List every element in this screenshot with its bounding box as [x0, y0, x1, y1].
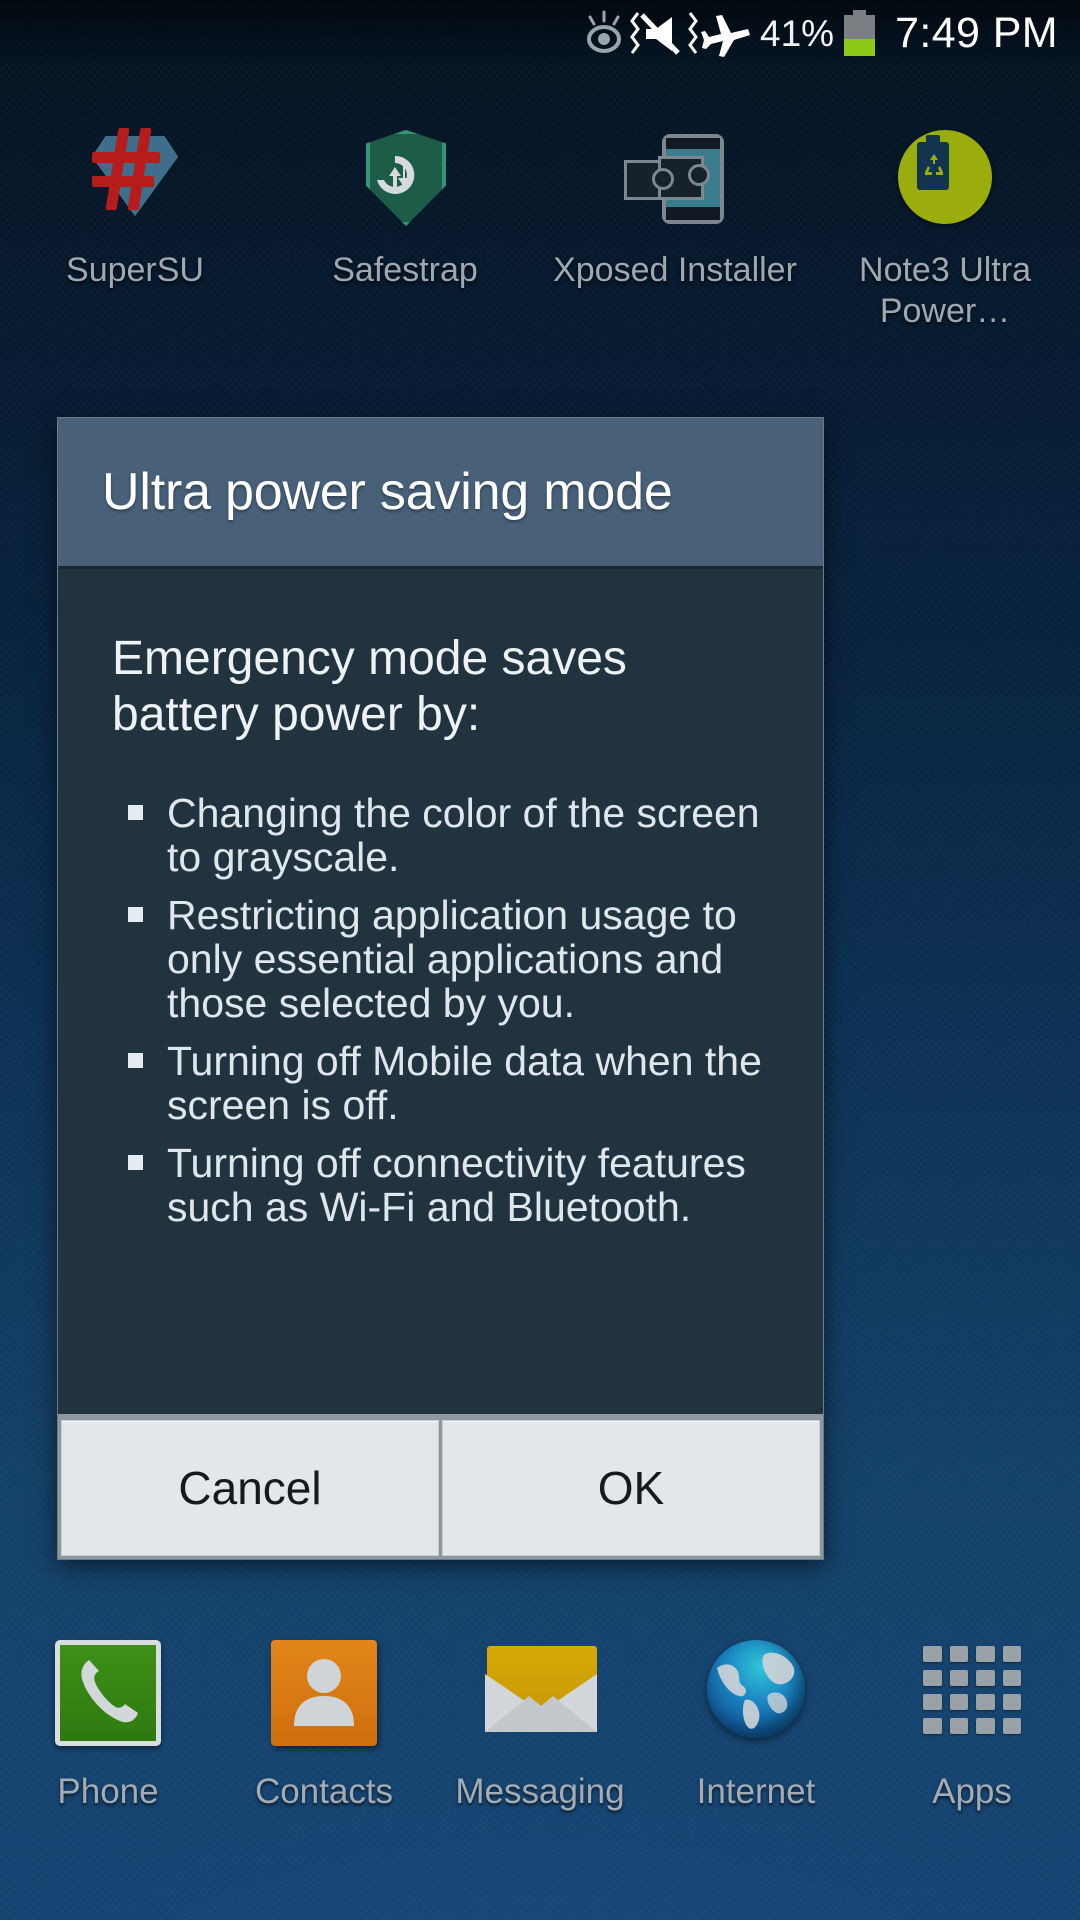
battery-percent-label: 41%: [760, 12, 835, 54]
dialog-title: Ultra power saving mode: [102, 463, 673, 521]
dock-item-contacts[interactable]: Contacts: [216, 1634, 432, 1812]
dock-label: Phone: [57, 1772, 159, 1811]
list-item: Changing the color of the screen to gray…: [112, 791, 779, 879]
app-label: SuperSU: [66, 251, 204, 289]
dock-label: Apps: [932, 1772, 1012, 1811]
supersu-icon: [76, 118, 194, 236]
app-shortcut-xposed-installer[interactable]: Xposed Installer: [540, 118, 810, 338]
internet-globe-icon: [697, 1634, 815, 1752]
dialog-bullet-list: Changing the color of the screen to gray…: [112, 791, 779, 1229]
apps-grid-icon: [913, 1634, 1031, 1752]
contacts-icon: [265, 1634, 383, 1752]
dock-item-internet[interactable]: Internet: [648, 1634, 864, 1812]
list-item: Turning off connectivity features such a…: [112, 1141, 779, 1229]
airplane-mode-icon: [700, 8, 752, 58]
xposed-installer-icon: [616, 118, 734, 236]
app-label: Safestrap: [332, 251, 478, 289]
dock-label: Internet: [696, 1772, 816, 1811]
dock-label: Contacts: [254, 1772, 394, 1811]
app-shortcut-note3-ultra-power[interactable]: Note3 Ultra Power…: [810, 118, 1080, 338]
app-shortcut-safestrap[interactable]: Safestrap: [270, 118, 540, 338]
note3-ultra-power-icon: [886, 118, 1004, 236]
ok-button[interactable]: OK: [442, 1420, 820, 1556]
dock-item-phone[interactable]: Phone: [0, 1634, 216, 1812]
status-bar: 41% 7:49 PM: [0, 0, 1080, 66]
phone-icon: [49, 1634, 167, 1752]
mute-vibrate-icon: [628, 9, 700, 57]
dialog-body: Emergency mode saves battery power by: C…: [58, 569, 823, 1414]
list-item: Turning off Mobile data when the screen …: [112, 1039, 779, 1127]
home-screen-app-grid: SuperSU Safestrap Xposed Installer Note3…: [0, 118, 1080, 338]
dock-item-apps[interactable]: Apps: [864, 1634, 1080, 1812]
ultra-power-saving-mode-dialog: Ultra power saving mode Emergency mode s…: [57, 417, 824, 1560]
clock-label: 7:49 PM: [895, 8, 1058, 57]
dock-label: Messaging: [455, 1772, 625, 1811]
dialog-intro-text: Emergency mode saves battery power by:: [112, 632, 627, 741]
home-screen-dock: Phone Contacts Messaging Internet Apps: [0, 1620, 1080, 1920]
cancel-button[interactable]: Cancel: [61, 1420, 439, 1556]
list-item: Restricting application usage to only es…: [112, 893, 779, 1025]
smart-stay-eye-icon: [580, 10, 628, 56]
dialog-title-bar: Ultra power saving mode: [58, 418, 823, 569]
safestrap-icon: [346, 118, 464, 236]
messaging-icon: [481, 1634, 599, 1752]
dialog-button-row: Cancel OK: [58, 1414, 823, 1559]
battery-icon: [844, 10, 876, 56]
app-shortcut-supersu[interactable]: SuperSU: [0, 118, 270, 338]
dock-item-messaging[interactable]: Messaging: [432, 1634, 648, 1812]
app-label: Xposed Installer: [553, 251, 797, 289]
app-label: Note3 Ultra Power…: [859, 251, 1031, 330]
